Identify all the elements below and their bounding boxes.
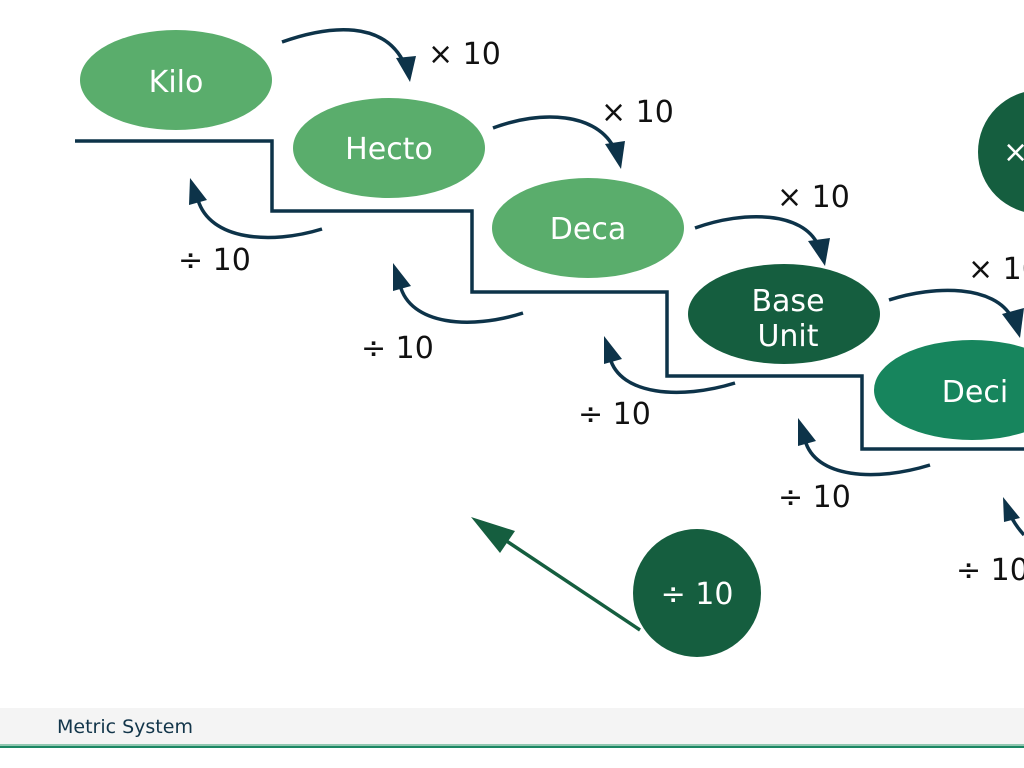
unit-deci: Deci [874,340,1024,440]
multiply-arrow-4 [888,288,1024,338]
unit-kilo: Kilo [80,30,272,130]
unit-kilo-label: Kilo [149,65,204,100]
divide-legend-circle: ÷ 10 [471,517,761,657]
multiply-arrow-1 [281,28,416,82]
divide-label-1: ÷ 10 [178,243,251,278]
footer-bar: Metric System [0,708,1024,748]
divide-arrow-5 [1003,497,1024,537]
unit-base-label-line1: Base [751,284,824,319]
multiply-label-2: × 10 [601,95,674,130]
multiply-label-4: × 10 [968,252,1024,287]
unit-deci-label: Deci [942,375,1008,410]
multiply-label-1: × 10 [428,37,501,72]
unit-deca: Deca [492,178,684,278]
unit-hecto: Hecto [293,98,485,198]
unit-base: Base Unit [688,264,880,364]
unit-deca-label: Deca [550,212,626,247]
multiply-legend-label: × 10 [1003,135,1024,170]
divide-label-4: ÷ 10 [778,480,851,515]
divide-label-3: ÷ 10 [578,397,651,432]
divide-label-5: ÷ 10 [956,553,1024,588]
multiply-legend-circle: × 10 [978,92,1024,212]
divide-arrow-1 [189,178,323,240]
multiply-label-3: × 10 [777,180,850,215]
divide-legend-label: ÷ 10 [661,577,734,612]
metric-staircase-diagram: Kilo Hecto Deca Base Unit Deci × 10 ÷ 10 [75,28,1024,657]
multiply-arrow-3 [694,214,830,266]
footer-title: Metric System [57,716,193,738]
divide-label-2: ÷ 10 [361,331,434,366]
unit-base-label-line2: Unit [757,319,818,354]
footer-accent-line [0,744,1024,746]
unit-hecto-label: Hecto [345,132,433,167]
